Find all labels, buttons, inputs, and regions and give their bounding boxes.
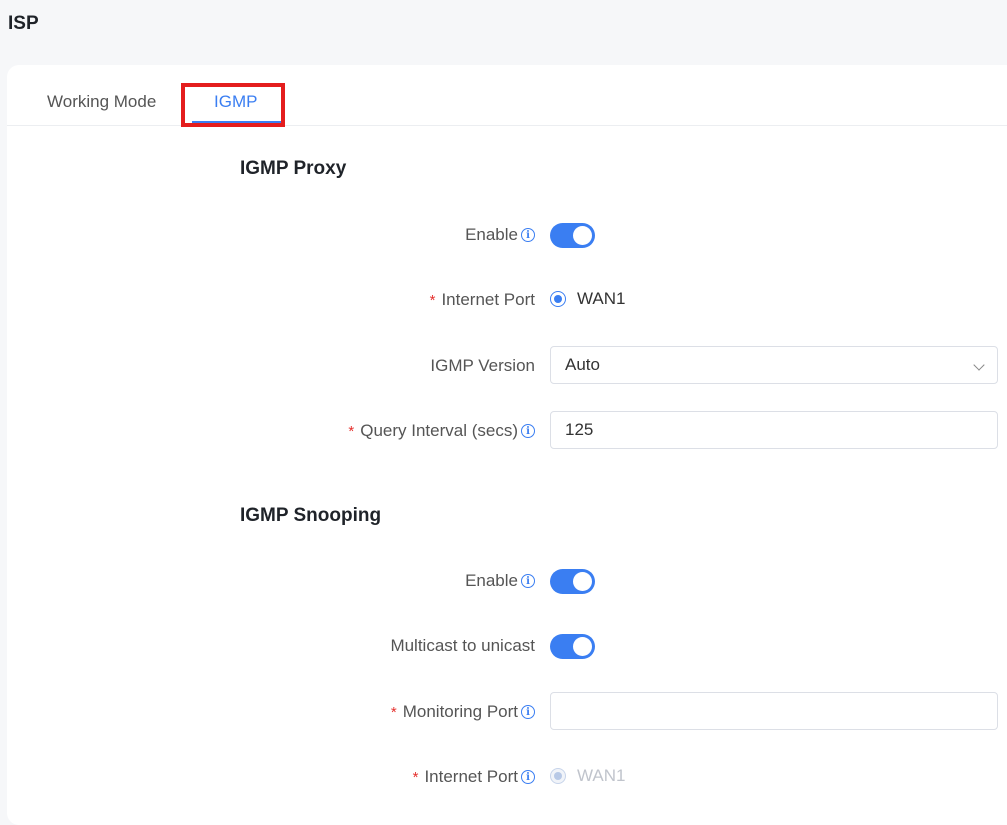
settings-card: Working Mode IGMP IGMP Proxy Enable i * …: [7, 65, 1007, 825]
proxy-internet-port-text: Internet Port: [441, 290, 535, 309]
required-marker: *: [390, 703, 397, 721]
proxy-enable-label: Enable i: [465, 225, 535, 245]
tab-bar: Working Mode IGMP: [7, 65, 1007, 127]
snooping-internet-port-value: WAN1: [577, 766, 626, 785]
proxy-internet-port-option[interactable]: WAN1: [550, 289, 626, 309]
snooping-internet-port-text: Internet Port: [424, 767, 518, 786]
required-marker: *: [412, 768, 419, 786]
required-marker: *: [348, 422, 355, 440]
igmp-snooping-title: IGMP Snooping: [240, 505, 382, 526]
toggle-knob: [573, 637, 592, 656]
radio-button[interactable]: [550, 291, 566, 307]
query-interval-label: * Query Interval (secs) i: [348, 421, 535, 441]
radio-button: [550, 768, 566, 784]
igmp-version-label: IGMP Version: [430, 356, 535, 375]
monitoring-port-label: * Monitoring Port i: [391, 702, 535, 722]
igmp-version-value: Auto: [565, 355, 600, 374]
required-marker: *: [429, 291, 436, 309]
proxy-internet-port-label: * Internet Port: [430, 290, 535, 310]
proxy-enable-toggle[interactable]: [550, 223, 595, 248]
page-title: ISP: [8, 13, 39, 34]
highlight-annotation: [181, 83, 285, 127]
radio-dot: [554, 772, 562, 780]
snooping-enable-label: Enable i: [465, 571, 535, 591]
snooping-internet-port-label: * Internet Port i: [413, 767, 535, 787]
toggle-knob: [573, 572, 592, 591]
proxy-internet-port-value: WAN1: [577, 289, 626, 308]
multicast-unicast-label: Multicast to unicast: [390, 636, 535, 655]
query-interval-input[interactable]: [550, 411, 998, 449]
snooping-enable-text: Enable: [465, 571, 518, 590]
igmp-version-select[interactable]: Auto: [550, 346, 998, 384]
snooping-enable-toggle[interactable]: [550, 569, 595, 594]
proxy-enable-text: Enable: [465, 225, 518, 244]
monitoring-port-text: Monitoring Port: [402, 702, 518, 721]
info-icon[interactable]: i: [521, 424, 535, 438]
tab-working-mode[interactable]: Working Mode: [47, 92, 156, 112]
radio-dot: [554, 295, 562, 303]
toggle-knob: [573, 226, 592, 245]
info-icon[interactable]: i: [521, 705, 535, 719]
multicast-unicast-toggle[interactable]: [550, 634, 595, 659]
snooping-internet-port-option: WAN1: [550, 766, 626, 786]
monitoring-port-input[interactable]: [550, 692, 998, 730]
info-icon[interactable]: i: [521, 228, 535, 242]
igmp-proxy-title: IGMP Proxy: [240, 158, 347, 179]
info-icon[interactable]: i: [521, 574, 535, 588]
chevron-down-icon: [973, 359, 985, 371]
query-interval-text: Query Interval (secs): [360, 421, 518, 440]
info-icon[interactable]: i: [521, 770, 535, 784]
